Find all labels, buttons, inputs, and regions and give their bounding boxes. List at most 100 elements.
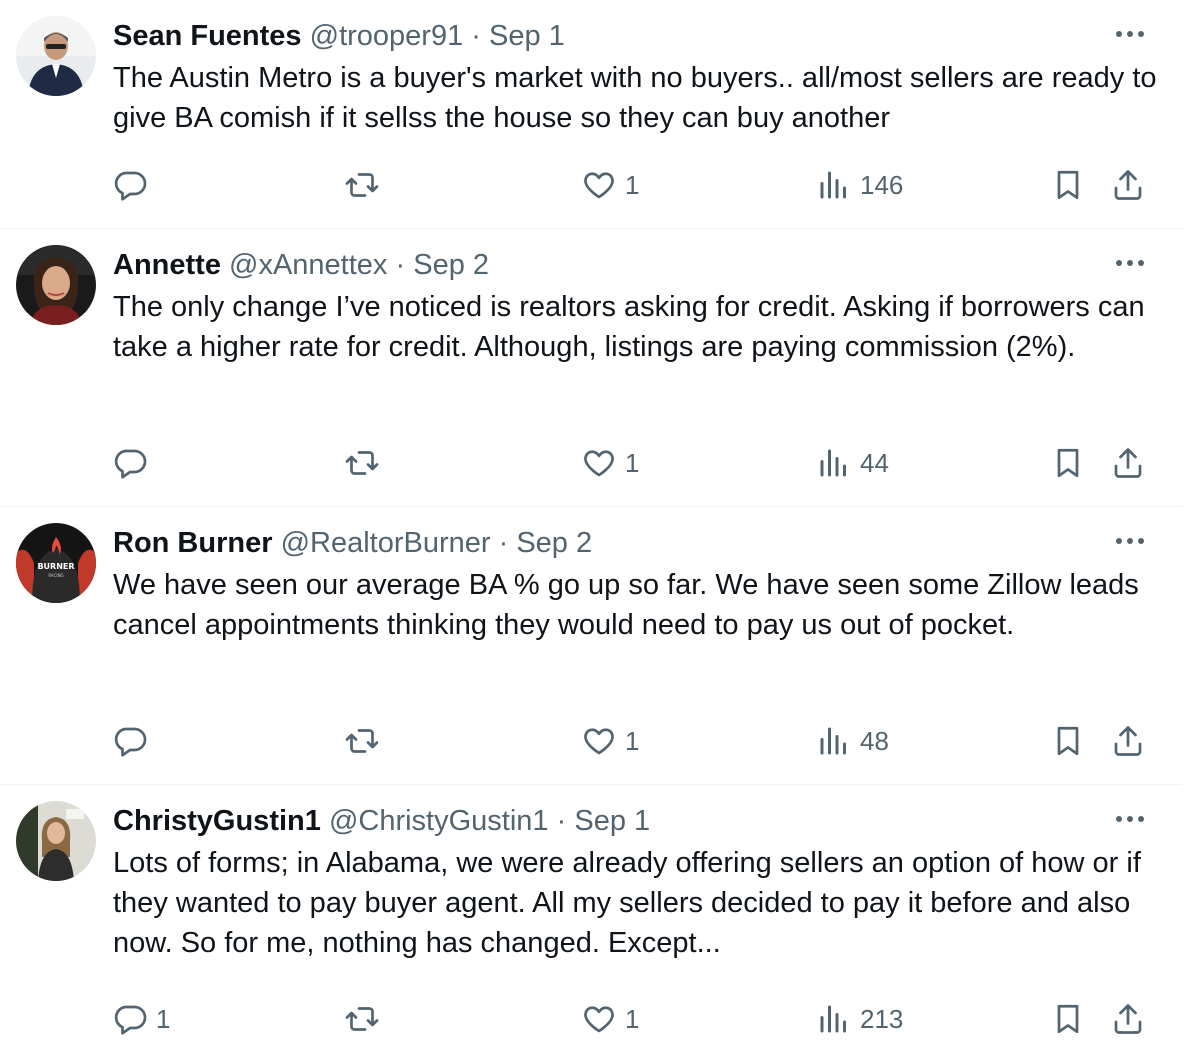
more-options-button[interactable] [1112, 249, 1148, 277]
views-button[interactable]: 146 [816, 165, 903, 205]
reply-icon [114, 727, 147, 757]
like-count: 1 [625, 447, 640, 478]
reply-count: 1 [156, 1003, 171, 1034]
like-button[interactable]: 1 [581, 165, 639, 205]
bookmark-icon [1057, 726, 1079, 756]
reply-button[interactable] [112, 443, 156, 483]
svg-text:BURNER: BURNER [37, 562, 74, 571]
bookmark-icon [1057, 1004, 1079, 1034]
avatar-photo-ron: BURNER RACING [16, 523, 96, 603]
repost-button[interactable] [344, 443, 380, 483]
view-count: 48 [860, 725, 889, 756]
like-count: 1 [625, 1003, 640, 1034]
tweet-text: The only change I’ve noticed is realtors… [113, 291, 1145, 363]
like-button[interactable]: 1 [581, 443, 639, 483]
reply-icon [114, 449, 147, 479]
heart-icon [584, 1006, 614, 1033]
more-dots-icon [1116, 816, 1144, 822]
share-icon [1114, 448, 1142, 478]
views-chart-icon [820, 1005, 846, 1033]
tweet-header: Ron Burner @RealtorBurner · Sep 2 [113, 525, 592, 561]
tweet-sean-fuentes[interactable]: Sean Fuentes @trooper91 · Sep 1 The Aust… [0, 0, 1182, 229]
share-icon [1114, 1004, 1142, 1034]
more-dots-icon [1116, 260, 1144, 266]
user-handle[interactable]: @xAnnettex [229, 249, 387, 281]
repost-button[interactable] [344, 999, 380, 1039]
bookmark-button[interactable] [1050, 165, 1086, 205]
display-name[interactable]: Ron Burner [113, 527, 273, 559]
user-handle[interactable]: @RealtorBurner [281, 527, 491, 559]
views-button[interactable]: 213 [816, 999, 903, 1039]
tweet-christy-gustin[interactable]: ChristyGustin1 @ChristyGustin1 · Sep 1 L… [0, 785, 1182, 1056]
tweet-actions: 1 44 [0, 443, 1182, 483]
tweet-actions: 1 1 213 [0, 999, 1182, 1039]
reply-button[interactable] [112, 721, 156, 761]
like-button[interactable]: 1 [581, 721, 639, 761]
tweet-text: We have seen our average BA % go up so f… [113, 569, 1139, 641]
repost-button[interactable] [344, 721, 380, 761]
share-button[interactable] [1110, 165, 1146, 205]
tweet-date[interactable]: Sep 1 [574, 805, 650, 837]
heart-icon [584, 728, 614, 755]
repost-icon [345, 729, 379, 753]
bookmark-button[interactable] [1050, 443, 1086, 483]
view-count: 44 [860, 447, 889, 478]
tweet-text: Lots of forms; in Alabama, we were alrea… [113, 847, 1141, 959]
reply-button[interactable]: 1 [112, 999, 170, 1039]
repost-button[interactable] [344, 165, 380, 205]
repost-icon [345, 1007, 379, 1031]
views-chart-icon [820, 449, 846, 477]
tweet-actions: 1 48 [0, 721, 1182, 761]
reply-button[interactable] [112, 165, 156, 205]
avatar[interactable]: BURNER RACING [16, 523, 96, 603]
tweet-header: ChristyGustin1 @ChristyGustin1 · Sep 1 [113, 803, 650, 839]
like-button[interactable]: 1 [581, 999, 639, 1039]
avatar-photo-christy [16, 801, 96, 881]
tweet-date[interactable]: Sep 2 [413, 249, 489, 281]
repost-icon [345, 173, 379, 197]
more-options-button[interactable] [1112, 20, 1148, 48]
user-handle[interactable]: @trooper91 [310, 20, 464, 52]
more-dots-icon [1116, 31, 1144, 37]
svg-text:RACING: RACING [48, 573, 63, 578]
share-button[interactable] [1110, 999, 1146, 1039]
bookmark-icon [1057, 448, 1079, 478]
bookmark-button[interactable] [1050, 999, 1086, 1039]
avatar[interactable] [16, 801, 96, 881]
tweet-date[interactable]: Sep 1 [489, 20, 565, 52]
tweet-ron-burner[interactable]: BURNER RACING Ron Burner @RealtorBurner … [0, 507, 1182, 785]
reply-timeline: Sean Fuentes @trooper91 · Sep 1 The Aust… [0, 0, 1194, 1056]
reply-icon [114, 171, 147, 201]
tweet-header: Sean Fuentes @trooper91 · Sep 1 [113, 18, 565, 54]
user-handle[interactable]: @ChristyGustin1 [329, 805, 549, 837]
more-options-button[interactable] [1112, 805, 1148, 833]
more-options-button[interactable] [1112, 527, 1148, 555]
like-count: 1 [625, 725, 640, 756]
heart-icon [584, 450, 614, 477]
like-count: 1 [625, 169, 640, 200]
views-button[interactable]: 48 [816, 721, 889, 761]
view-count: 146 [860, 169, 904, 200]
repost-icon [345, 451, 379, 475]
avatar[interactable] [16, 245, 96, 325]
display-name[interactable]: Annette [113, 249, 221, 281]
separator-dot: · [556, 805, 567, 837]
tweet-annette[interactable]: Annette @xAnnettex · Sep 2 The only chan… [0, 229, 1182, 507]
separator-dot: · [471, 20, 481, 52]
views-chart-icon [820, 171, 846, 199]
reply-icon [114, 1005, 147, 1035]
share-icon [1114, 170, 1142, 200]
avatar[interactable] [16, 16, 96, 96]
display-name[interactable]: ChristyGustin1 [113, 805, 321, 837]
view-count: 213 [860, 1003, 904, 1034]
more-dots-icon [1116, 538, 1144, 544]
views-button[interactable]: 44 [816, 443, 889, 483]
tweet-date[interactable]: Sep 2 [516, 527, 592, 559]
views-chart-icon [820, 727, 846, 755]
avatar-photo-sean [16, 16, 96, 96]
tweet-actions: 1 146 [0, 165, 1182, 205]
share-button[interactable] [1110, 443, 1146, 483]
share-button[interactable] [1110, 721, 1146, 761]
bookmark-button[interactable] [1050, 721, 1086, 761]
display-name[interactable]: Sean Fuentes [113, 20, 302, 52]
